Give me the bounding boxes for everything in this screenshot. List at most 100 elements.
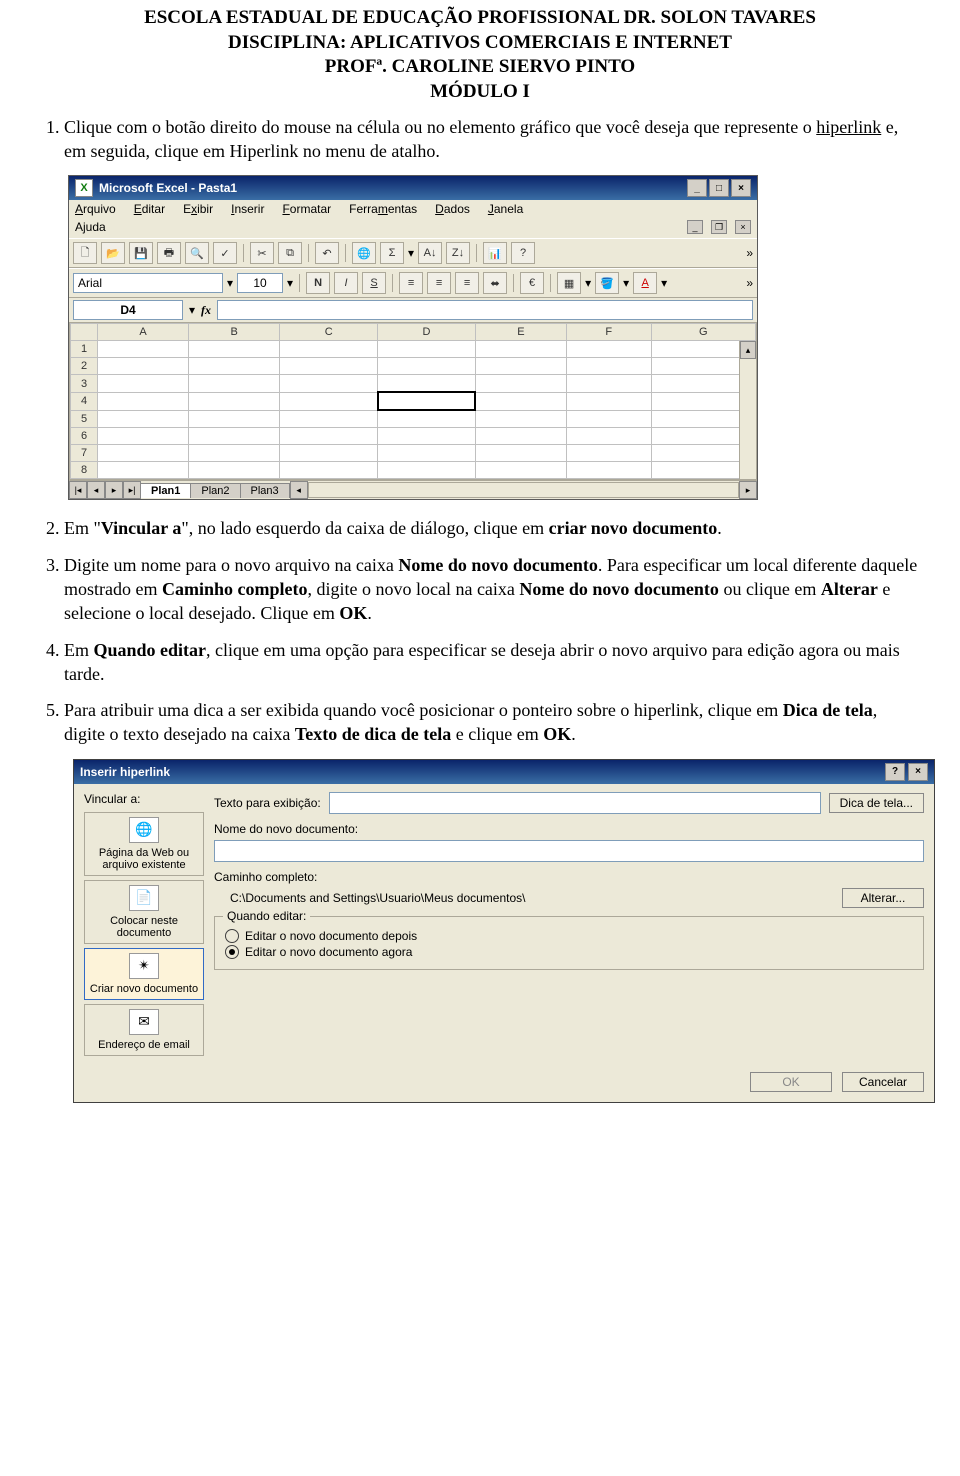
cut-icon[interactable]: ✂ — [250, 242, 274, 264]
new-icon[interactable]: 🗋 — [73, 242, 97, 264]
dialog-close-icon[interactable]: × — [908, 763, 928, 781]
sort-desc-icon[interactable]: Z↓ — [446, 242, 470, 264]
name-box[interactable]: D4 — [73, 300, 183, 320]
horizontal-scrollbar[interactable]: ◂ ▸ — [290, 481, 757, 499]
row-header[interactable]: 1 — [71, 341, 98, 358]
ok-button[interactable]: OK — [750, 1072, 832, 1092]
texto-label: Texto para exibição: — [214, 796, 321, 810]
excel-title: Microsoft Excel - Pasta1 — [99, 181, 237, 195]
sheet-nav-next-icon[interactable]: ▸ — [105, 481, 123, 499]
open-icon[interactable]: 📂 — [101, 242, 125, 264]
menu-exibir[interactable]: Exibir — [183, 202, 213, 216]
preview-icon[interactable]: 🔍 — [185, 242, 209, 264]
italic-icon[interactable]: I — [334, 272, 358, 294]
minimize-icon[interactable]: _ — [687, 179, 707, 197]
dialog-help-icon[interactable]: ? — [885, 763, 905, 781]
print-icon[interactable]: 🖶 — [157, 242, 181, 264]
excel-app-icon: X — [75, 179, 93, 197]
chart-icon[interactable]: 📊 — [483, 242, 507, 264]
link-to-email-button[interactable]: ✉ Endereço de email — [84, 1004, 204, 1056]
align-center-icon[interactable]: ≡ — [427, 272, 451, 294]
row-header[interactable]: 4 — [71, 392, 98, 410]
currency-icon[interactable]: € — [520, 272, 544, 294]
vincular-label: Vincular a: — [84, 792, 204, 806]
sheet-nav-last-icon[interactable]: ▸| — [123, 481, 141, 499]
row-header[interactable]: 6 — [71, 428, 98, 445]
menu-editar[interactable]: Editar — [134, 202, 165, 216]
selected-cell[interactable] — [378, 392, 476, 410]
undo-icon[interactable]: ↶ — [315, 242, 339, 264]
hyperlink-icon[interactable]: 🌐 — [352, 242, 376, 264]
row-header[interactable]: 2 — [71, 358, 98, 375]
row-header[interactable]: 7 — [71, 445, 98, 462]
font-size-input[interactable]: 10 — [237, 273, 283, 293]
formula-bar[interactable] — [217, 300, 753, 320]
borders-icon[interactable]: ▦ — [557, 272, 581, 294]
email-icon: ✉ — [129, 1009, 159, 1035]
sort-asc-icon[interactable]: A↓ — [418, 242, 442, 264]
align-right-icon[interactable]: ≡ — [455, 272, 479, 294]
autosum-icon[interactable]: Σ — [380, 242, 404, 264]
fill-color-icon[interactable]: 🪣 — [595, 272, 619, 294]
col-header[interactable]: C — [280, 324, 378, 341]
col-header[interactable]: F — [567, 324, 651, 341]
menu-janela[interactable]: Janela — [488, 202, 523, 216]
menu-inserir[interactable]: Inserir — [231, 202, 264, 216]
row-header[interactable]: 3 — [71, 375, 98, 393]
link-to-web-button[interactable]: 🌐 Página da Web ou arquivo existente — [84, 812, 204, 876]
font-color-icon[interactable]: A — [633, 272, 657, 294]
link-to-new-doc-button[interactable]: ✴ Criar novo documento — [84, 948, 204, 1000]
sheet-nav-prev-icon[interactable]: ◂ — [87, 481, 105, 499]
col-header[interactable]: E — [475, 324, 566, 341]
underline-icon[interactable]: S — [362, 272, 386, 294]
col-header[interactable]: B — [189, 324, 280, 341]
texto-input[interactable] — [329, 792, 821, 814]
menu-dados[interactable]: Dados — [435, 202, 470, 216]
align-left-icon[interactable]: ≡ — [399, 272, 423, 294]
maximize-icon[interactable]: □ — [709, 179, 729, 197]
header-line3: PROFª. CAROLINE SIERVO PINTO — [38, 55, 922, 80]
bold-icon[interactable]: N — [306, 272, 330, 294]
radio-editar-agora[interactable]: Editar o novo documento agora — [225, 945, 913, 959]
sheet-tab-plan3[interactable]: Plan3 — [240, 483, 290, 498]
step-5: Para atribuir uma dica a ser exibida qua… — [64, 698, 922, 747]
new-doc-icon: ✴ — [129, 953, 159, 979]
spell-icon[interactable]: ✓ — [213, 242, 237, 264]
excel-screenshot: X Microsoft Excel - Pasta1 _ □ × Arquivo… — [68, 175, 758, 500]
save-icon[interactable]: 💾 — [129, 242, 153, 264]
worksheet-grid[interactable]: A B C D E F G 1 2 3 4 5 6 7 8 ▴ — [69, 322, 757, 480]
nome-input[interactable] — [214, 840, 924, 862]
col-header[interactable]: G — [651, 324, 756, 341]
scroll-left-icon[interactable]: ◂ — [290, 481, 308, 499]
workbook-restore-icon[interactable]: ❐ — [711, 220, 727, 234]
vertical-scrollbar[interactable]: ▴ — [739, 341, 756, 479]
scroll-right-icon[interactable]: ▸ — [739, 481, 757, 499]
col-header[interactable]: D — [378, 324, 476, 341]
workbook-minimize-icon[interactable]: _ — [687, 220, 703, 234]
sheet-tab-plan2[interactable]: Plan2 — [190, 483, 240, 498]
sheet-tab-plan1[interactable]: Plan1 — [140, 483, 191, 498]
row-header[interactable]: 5 — [71, 410, 98, 428]
scroll-up-icon[interactable]: ▴ — [740, 341, 756, 359]
dica-de-tela-button[interactable]: Dica de tela... — [829, 793, 924, 813]
workbook-close-icon[interactable]: × — [735, 220, 751, 234]
menu-ajuda[interactable]: Ajuda — [75, 220, 106, 234]
radio-editar-depois[interactable]: Editar o novo documento depois — [225, 929, 913, 943]
link-to-place-button[interactable]: 📄 Colocar neste documento — [84, 880, 204, 944]
step-1: Clique com o botão direito do mouse na c… — [64, 115, 922, 164]
menu-formatar[interactable]: Formatar — [282, 202, 331, 216]
font-name-input[interactable]: Arial — [73, 273, 223, 293]
close-icon[interactable]: × — [731, 179, 751, 197]
help-icon[interactable]: ? — [511, 242, 535, 264]
copy-icon[interactable]: ⧉ — [278, 242, 302, 264]
col-header[interactable]: A — [98, 324, 189, 341]
fx-icon[interactable]: fx — [201, 303, 211, 318]
merge-icon[interactable]: ⬌ — [483, 272, 507, 294]
menu-ferramentas[interactable]: Ferramentas — [349, 202, 417, 216]
cancel-button[interactable]: Cancelar — [842, 1072, 924, 1092]
alterar-button[interactable]: Alterar... — [842, 888, 924, 908]
menu-arquivo[interactable]: Arquivo — [75, 202, 116, 216]
quando-editar-group: Quando editar: Editar o novo documento d… — [214, 916, 924, 970]
row-header[interactable]: 8 — [71, 462, 98, 479]
sheet-nav-first-icon[interactable]: |◂ — [69, 481, 87, 499]
